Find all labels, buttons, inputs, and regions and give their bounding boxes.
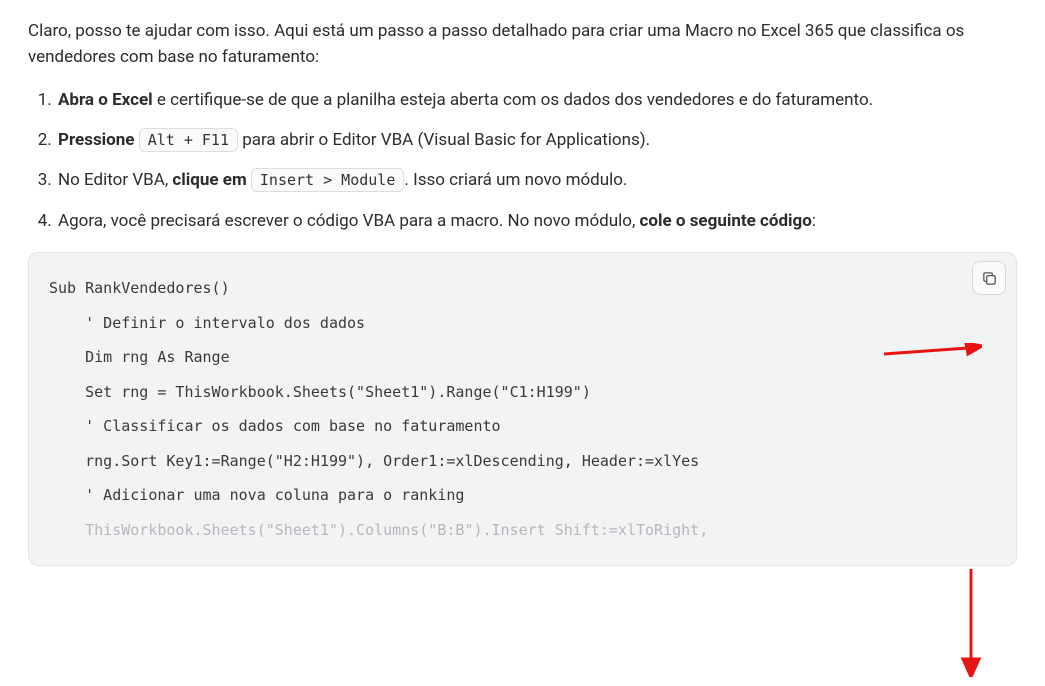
code-menu-insert-module: Insert > Module xyxy=(251,168,404,192)
step-4-rest: : xyxy=(812,211,816,231)
code-line: ThisWorkbook.Sheets("Sheet1").Columns("B… xyxy=(49,513,996,548)
code-line: ' Classificar os dados com base no fatur… xyxy=(49,409,996,444)
step-2-rest: para abrir o Editor VBA (Visual Basic fo… xyxy=(238,130,650,150)
code-line: rng.Sort Key1:=Range("H2:H199"), Order1:… xyxy=(49,444,996,479)
step-1-rest: e certifique-se de que a planilha esteja… xyxy=(153,90,873,110)
code-line: ' Adicionar uma nova coluna para o ranki… xyxy=(49,478,996,513)
copy-button[interactable] xyxy=(972,261,1006,295)
step-3-rest: . Isso criará um novo módulo. xyxy=(404,170,627,190)
code-block: Sub RankVendedores() ' Definir o interva… xyxy=(28,252,1017,566)
copy-icon xyxy=(981,270,998,287)
intro-paragraph: Claro, posso te ajudar com isso. Aqui es… xyxy=(28,18,1017,71)
code-shortcut-alt-f11: Alt + F11 xyxy=(139,128,238,152)
step-1-bold: Abra o Excel xyxy=(58,90,153,110)
step-4: Agora, você precisará escrever o código … xyxy=(56,208,1017,234)
step-3-bold: clique em xyxy=(172,170,246,190)
step-3: No Editor VBA, clique em Insert > Module… xyxy=(56,167,1017,193)
step-2: Pressione Alt + F11 para abrir o Editor … xyxy=(56,127,1017,153)
steps-list: Abra o Excel e certifique-se de que a pl… xyxy=(28,87,1017,234)
code-line: Dim rng As Range xyxy=(49,340,996,375)
step-4-pre: Agora, você precisará escrever o código … xyxy=(58,211,640,231)
step-2-bold: Pressione xyxy=(58,130,134,150)
code-line: ' Definir o intervalo dos dados xyxy=(49,306,996,341)
step-3-pre: No Editor VBA, xyxy=(58,170,172,190)
annotation-arrow-down xyxy=(960,567,982,677)
step-1: Abra o Excel e certifique-se de que a pl… xyxy=(56,87,1017,113)
code-line: Sub RankVendedores() xyxy=(49,271,996,306)
step-4-bold: cole o seguinte código xyxy=(640,211,812,231)
code-line: Set rng = ThisWorkbook.Sheets("Sheet1").… xyxy=(49,375,996,410)
